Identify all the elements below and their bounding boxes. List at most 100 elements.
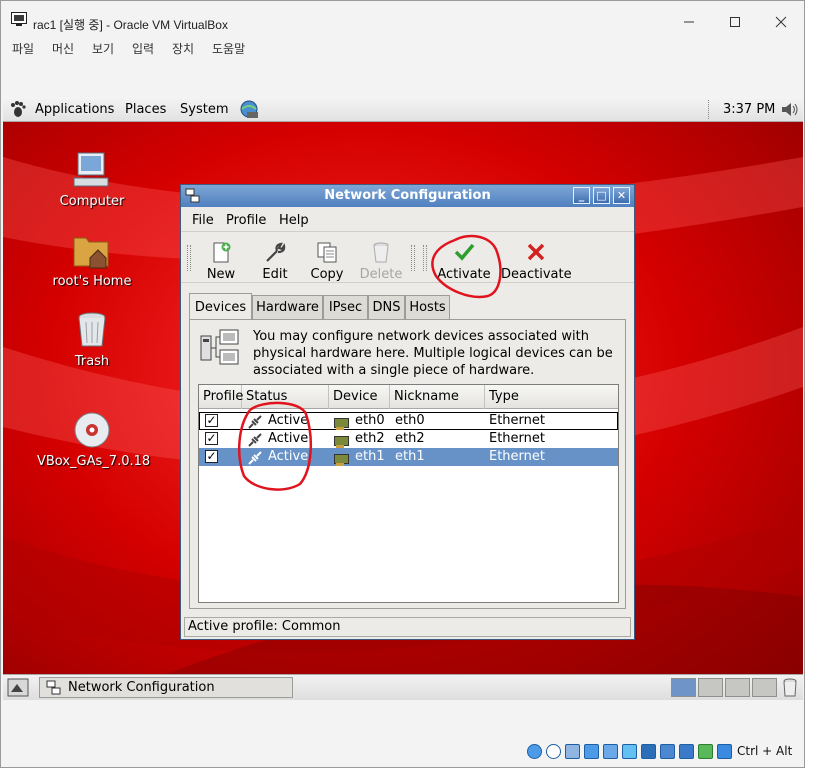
trash-applet-icon[interactable] (782, 678, 798, 697)
audio-icon[interactable] (565, 744, 580, 759)
cpu-icon[interactable] (679, 744, 694, 759)
panel-clock[interactable]: 3:37 PM (723, 102, 775, 117)
new-button[interactable]: New (191, 239, 251, 283)
gnome-foot-icon[interactable] (10, 101, 26, 118)
maximize-icon[interactable]: □ (593, 187, 610, 204)
usb-icon[interactable] (603, 744, 618, 759)
delete-button[interactable]: Delete (351, 239, 411, 283)
workspace-4[interactable] (752, 678, 777, 697)
window-title: Network Configuration (324, 188, 491, 203)
mouse-integration-icon[interactable] (717, 744, 732, 759)
menu-file[interactable]: File (192, 213, 214, 228)
recording-icon[interactable] (660, 744, 675, 759)
tab-hosts[interactable]: Hosts (405, 295, 450, 319)
host-menu-help[interactable]: 도움말 (212, 40, 245, 57)
desktop-icon-vbox-gas[interactable]: VBox_GAs_7.0.18 (37, 410, 151, 472)
column-header-status[interactable]: Status (242, 385, 329, 409)
activate-button[interactable]: Activate (434, 239, 494, 283)
tab-devices[interactable]: Devices (189, 293, 252, 320)
table-row[interactable]: ✓ Active eth2 eth2 Ethernet (199, 430, 618, 448)
workspace-2[interactable] (698, 678, 723, 697)
workspace-1[interactable] (671, 678, 696, 697)
maximize-icon[interactable] (713, 7, 757, 37)
host-title-bar[interactable]: rac1 [실행 중] - Oracle VM VirtualBox (1, 1, 804, 37)
status-cell: Active (268, 449, 309, 464)
x-icon (527, 243, 545, 261)
taskbar-network-configuration[interactable]: Network Configuration (39, 677, 293, 698)
desktop-icon-computer[interactable]: Computer (37, 150, 147, 212)
shared-folders-icon[interactable] (622, 744, 637, 759)
deactivate-button[interactable]: Deactivate (501, 239, 572, 283)
display-icon[interactable] (641, 744, 656, 759)
status-cell: Active (268, 413, 309, 428)
column-header-type[interactable]: Type (485, 385, 618, 409)
trash-icon (78, 312, 106, 347)
window-title-bar[interactable]: Network Configuration _ □ ✕ (181, 185, 634, 207)
show-desktop-icon[interactable] (7, 678, 29, 698)
profile-checkbox[interactable]: ✓ (205, 450, 218, 463)
copy-button[interactable]: Copy (297, 239, 357, 283)
guest-bottom-panel: Network Configuration (3, 674, 803, 700)
devices-hint-text: You may configure network devices associ… (253, 329, 613, 378)
ethernet-card-icon (334, 454, 349, 466)
host-menu-bar: 파일 머신 보기 입력 장치 도움말 (1, 37, 804, 59)
profile-checkbox[interactable]: ✓ (205, 414, 218, 427)
tab-hardware[interactable]: Hardware (252, 295, 323, 319)
window-status-bar: Active profile: Common (184, 617, 631, 637)
host-menu-machine[interactable]: 머신 (52, 40, 74, 57)
minimize-icon[interactable]: _ (573, 187, 590, 204)
devices-table: Profile Status Device Nickname Type ✓ Ac… (198, 384, 619, 603)
desktop-icon-home[interactable]: root's Home (37, 230, 147, 292)
activate-label: Activate (437, 267, 491, 282)
host-menu-devices[interactable]: 장치 (172, 40, 194, 57)
tab-ipsec[interactable]: IPsec (323, 295, 368, 319)
status-cell: Active (268, 431, 309, 446)
menu-places[interactable]: Places (125, 102, 166, 117)
optical-drive-icon[interactable] (546, 744, 561, 759)
device-cell: eth2 (355, 431, 385, 446)
table-row[interactable]: ✓ Active eth1 eth1 Ethernet (199, 448, 618, 466)
copy-label: Copy (310, 267, 344, 282)
menu-system[interactable]: System (180, 102, 228, 117)
volume-icon[interactable] (780, 101, 800, 118)
tab-dns[interactable]: DNS (368, 295, 405, 319)
minimize-icon[interactable] (667, 7, 711, 37)
home-folder-icon (73, 237, 109, 269)
close-icon[interactable]: ✕ (613, 187, 630, 204)
column-header-device[interactable]: Device (329, 385, 390, 409)
nickname-cell: eth0 (395, 413, 425, 428)
close-icon[interactable] (759, 7, 803, 37)
column-header-profile[interactable]: Profile (199, 385, 243, 409)
edit-button[interactable]: Edit (245, 239, 305, 283)
table-row[interactable]: ✓ Active eth0 eth0 Ethernet (199, 412, 618, 430)
network-icon[interactable] (584, 744, 599, 759)
type-cell: Ethernet (489, 413, 545, 428)
hard-disk-icon[interactable] (527, 744, 542, 759)
profile-checkbox[interactable]: ✓ (205, 432, 218, 445)
host-key-label[interactable]: Ctrl + Alt (737, 744, 792, 758)
device-cell: eth0 (355, 413, 385, 428)
network-configuration-window: Network Configuration _ □ ✕ File Profile… (180, 184, 635, 640)
delete-icon (373, 242, 389, 263)
desktop-icon-label: VBox_GAs_7.0.18 (37, 454, 151, 469)
active-plug-icon (248, 415, 262, 429)
wrench-icon (266, 242, 286, 262)
panel-separator (708, 100, 709, 119)
host-menu-file[interactable]: 파일 (12, 40, 34, 57)
workspace-3[interactable] (725, 678, 750, 697)
taskbar-label: Network Configuration (68, 680, 215, 695)
column-header-nickname[interactable]: Nickname (390, 385, 485, 409)
host-menu-view[interactable]: 보기 (92, 40, 114, 57)
network-globe-icon[interactable] (238, 100, 260, 119)
host-status-bar: Ctrl + Alt (1, 739, 804, 767)
menu-profile[interactable]: Profile (226, 213, 266, 228)
delete-label: Delete (359, 267, 403, 282)
menu-applications[interactable]: Applications (35, 102, 114, 117)
desktop-icon-trash[interactable]: Trash (37, 310, 147, 372)
app-menu-bar: File Profile Help (181, 208, 634, 232)
virtualbox-app-icon (11, 12, 27, 26)
host-menu-input[interactable]: 입력 (132, 40, 154, 57)
menu-help[interactable]: Help (279, 213, 309, 228)
desktop-icon-label: Computer (59, 194, 125, 209)
guest-additions-icon[interactable] (698, 744, 713, 759)
